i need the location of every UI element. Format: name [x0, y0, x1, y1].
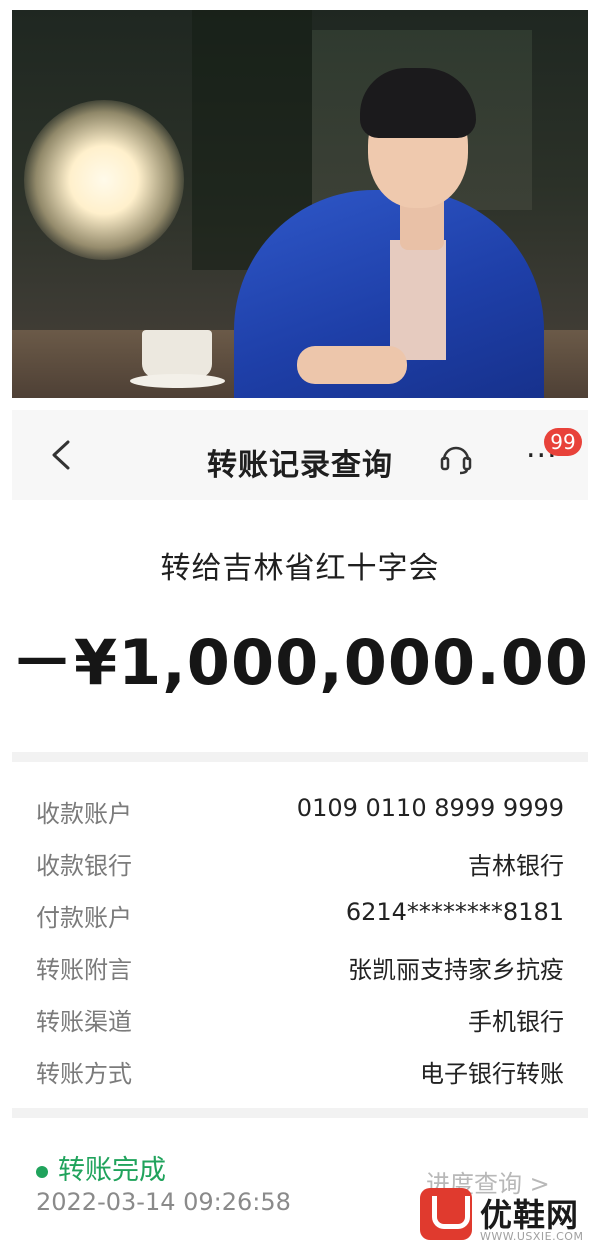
notification-badge: 99 — [544, 428, 582, 456]
detail-label: 收款账户 — [36, 800, 132, 828]
hero-photo — [12, 10, 588, 398]
detail-label: 收款银行 — [36, 852, 132, 880]
status-dot-icon — [36, 1165, 48, 1178]
bokeh-light — [24, 100, 184, 260]
detail-label: 转账方式 — [36, 1060, 132, 1088]
detail-value: 手机银行 — [468, 1008, 564, 1036]
status-badge: 转账完成 — [36, 1148, 166, 1187]
cup — [142, 330, 212, 378]
detail-label: 转账渠道 — [36, 1008, 132, 1036]
detail-label: 转账附言 — [36, 956, 132, 984]
detail-row: 转账附言 张凯丽支持家乡抗疫 — [36, 950, 564, 990]
divider — [12, 752, 588, 762]
detail-value: 张凯丽支持家乡抗疫 — [348, 956, 564, 984]
transfer-amount: －¥1,000,000.00 — [10, 626, 590, 699]
detail-row: 收款银行 吉林银行 — [36, 846, 564, 886]
detail-label: 付款账户 — [36, 904, 132, 932]
detail-row: 转账方式 电子银行转账 — [36, 1054, 564, 1094]
headset-icon[interactable] — [438, 440, 474, 476]
detail-value: 6214********8181 — [345, 898, 564, 926]
divider — [12, 1108, 588, 1118]
detail-value: 电子银行转账 — [420, 1060, 564, 1088]
brand-logo-icon — [420, 1188, 472, 1240]
status-text: 转账完成 — [58, 1155, 166, 1186]
nav-bar: 转账记录查询 ... 99 — [12, 410, 588, 500]
transfer-time: 2022-03-14 09:26:58 — [36, 1188, 291, 1216]
recipient-label: 转给吉林省红十字会 — [160, 551, 440, 586]
detail-value: 吉林银行 — [468, 852, 564, 880]
page-title: 转账记录查询 — [207, 448, 393, 483]
brand-url: WWW.USXIE.COM — [480, 1230, 584, 1243]
detail-row: 付款账户 6214********8181 — [36, 898, 564, 938]
detail-row: 转账渠道 手机银行 — [36, 1002, 564, 1042]
detail-row: 收款账户 0109 0110 8999 9999 — [36, 794, 564, 834]
detail-value: 0109 0110 8999 9999 — [296, 794, 564, 822]
